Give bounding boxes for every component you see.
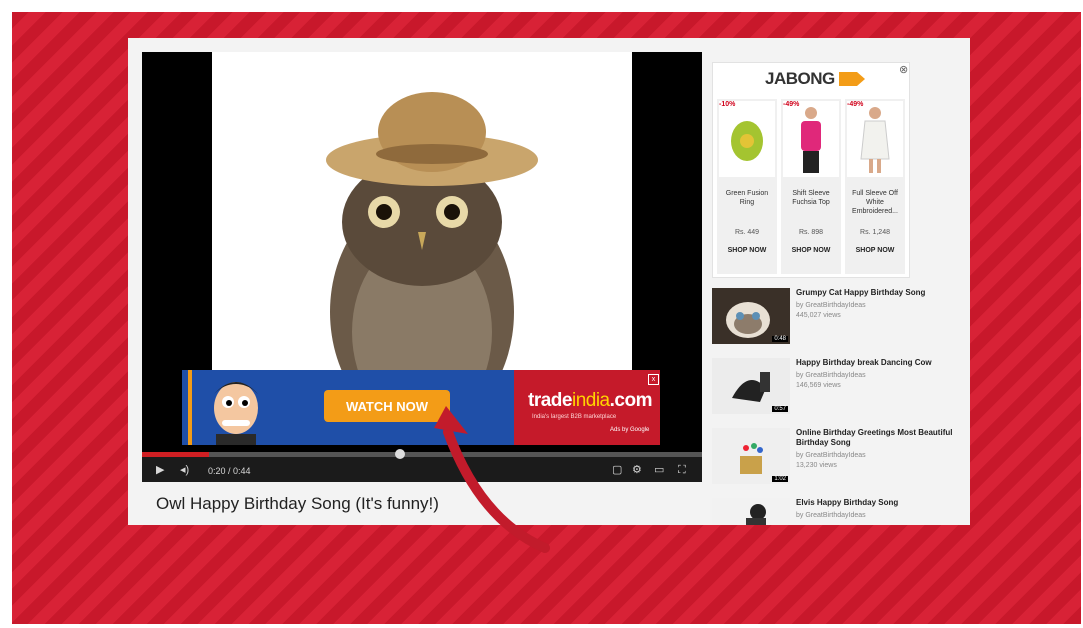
related-video-item[interactable]: Elvis Happy Birthday Song by GreatBirthd…: [712, 498, 962, 525]
related-video-channel[interactable]: by GreatBirthdayIdeas: [796, 512, 866, 519]
video-thumbnail[interactable]: 0:57: [712, 358, 790, 414]
video-duration: 0:57: [772, 406, 788, 412]
advertiser-panel[interactable]: tradeindia.com India's largest B2B marke…: [514, 370, 660, 445]
sidebar: JABONG ⊗ -10% Green Fusion Ring Rs. 449 …: [712, 52, 962, 525]
product-price: Rs. 898: [798, 229, 824, 236]
settings-icon[interactable]: ⚙: [632, 463, 642, 477]
ads-by-google-label[interactable]: Ads by Google: [610, 427, 649, 433]
ring-product-image: [719, 101, 775, 177]
fullscreen-icon[interactable]: ⛶: [678, 463, 686, 477]
video-thumbnail[interactable]: 0:48: [712, 288, 790, 344]
related-video-item[interactable]: 1:02 Online Birthday Greetings Most Beau…: [712, 428, 962, 490]
related-video-views: 445,027 views: [796, 312, 841, 319]
shop-now-button[interactable]: SHOP NOW: [781, 247, 841, 254]
related-video-channel[interactable]: by GreatBirthdayIdeas: [796, 452, 866, 459]
related-video-views: 13,230 views: [796, 462, 837, 469]
video-thumbnail[interactable]: [712, 498, 790, 525]
progress-fill: [142, 452, 210, 457]
video-duration: 0:48: [772, 336, 788, 342]
time-display: 0:20 / 0:44: [208, 466, 251, 476]
video-duration: 1:02: [772, 476, 788, 482]
cartoon-man-icon: [188, 370, 258, 445]
related-video-views: 146,569 views: [796, 382, 841, 389]
product-card[interactable]: -49% Full Sleeve Off White Embroidered..…: [845, 99, 905, 274]
product-name: Full Sleeve Off White Embroidered...: [852, 190, 898, 215]
product-card[interactable]: -10% Green Fusion Ring Rs. 449 SHOP NOW: [717, 99, 777, 274]
progress-bar[interactable]: [142, 449, 702, 459]
related-video-item[interactable]: 0:48 Grumpy Cat Happy Birthday Song by G…: [712, 288, 962, 350]
related-video-title[interactable]: Grumpy Cat Happy Birthday Song: [796, 288, 956, 298]
related-video-item[interactable]: 0:57 Happy Birthday break Dancing Cow by…: [712, 358, 962, 420]
discount-badge: -10%: [719, 101, 736, 108]
video-player[interactable]: WATCH NOW tradeindia.com India's largest…: [142, 52, 702, 482]
ad-close-icon[interactable]: x: [648, 374, 659, 385]
white-top-product-image: [847, 101, 903, 177]
discount-badge: -49%: [847, 101, 864, 108]
youtube-icon[interactable]: ▭: [654, 463, 664, 477]
jabong-ad[interactable]: JABONG ⊗ -10% Green Fusion Ring Rs. 449 …: [712, 62, 910, 278]
related-video-title[interactable]: Online Birthday Greetings Most Beautiful…: [796, 428, 956, 448]
ad-tagline: India's largest B2B marketplace: [532, 414, 617, 420]
product-price: Rs. 449: [734, 229, 760, 236]
related-video-title[interactable]: Happy Birthday break Dancing Cow: [796, 358, 956, 368]
related-video-channel[interactable]: by GreatBirthdayIdeas: [796, 372, 866, 379]
related-video-title[interactable]: Elvis Happy Birthday Song: [796, 498, 956, 508]
player-controls: ▶ ◂) 0:20 / 0:44 ▢ ⚙ ▭ ⛶: [142, 449, 702, 482]
product-card[interactable]: -49% Shift Sleeve Fuchsia Top Rs. 898 SH…: [781, 99, 841, 274]
video-thumbnail[interactable]: 1:02: [712, 428, 790, 484]
jabong-close-icon[interactable]: ⊗: [899, 63, 908, 76]
progress-scrubber[interactable]: [394, 449, 405, 459]
watch-now-button[interactable]: WATCH NOW: [324, 390, 450, 422]
video-title: Owl Happy Birthday Song (It's funny!): [156, 494, 439, 513]
overlay-ad-banner[interactable]: WATCH NOW tradeindia.com India's largest…: [182, 370, 660, 445]
jabong-logo: JABONG: [765, 69, 835, 88]
jabong-tag-icon: [839, 72, 865, 86]
browser-page: WATCH NOW tradeindia.com India's largest…: [128, 38, 970, 525]
product-name: Green Fusion Ring: [725, 190, 769, 206]
volume-icon[interactable]: ◂): [180, 463, 189, 477]
captions-icon[interactable]: ▢: [612, 463, 622, 477]
related-video-channel[interactable]: by GreatBirthdayIdeas: [796, 302, 866, 309]
product-name: Shift Sleeve Fuchsia Top: [792, 190, 830, 206]
product-price: Rs. 1,248: [860, 229, 890, 236]
fuchsia-top-product-image: [783, 101, 839, 177]
shop-now-button[interactable]: SHOP NOW: [717, 247, 777, 254]
tradeindia-logo: tradeindia.com: [528, 390, 652, 411]
shop-now-button[interactable]: SHOP NOW: [845, 247, 905, 254]
play-icon[interactable]: ▶: [156, 463, 164, 477]
discount-badge: -49%: [783, 101, 800, 108]
